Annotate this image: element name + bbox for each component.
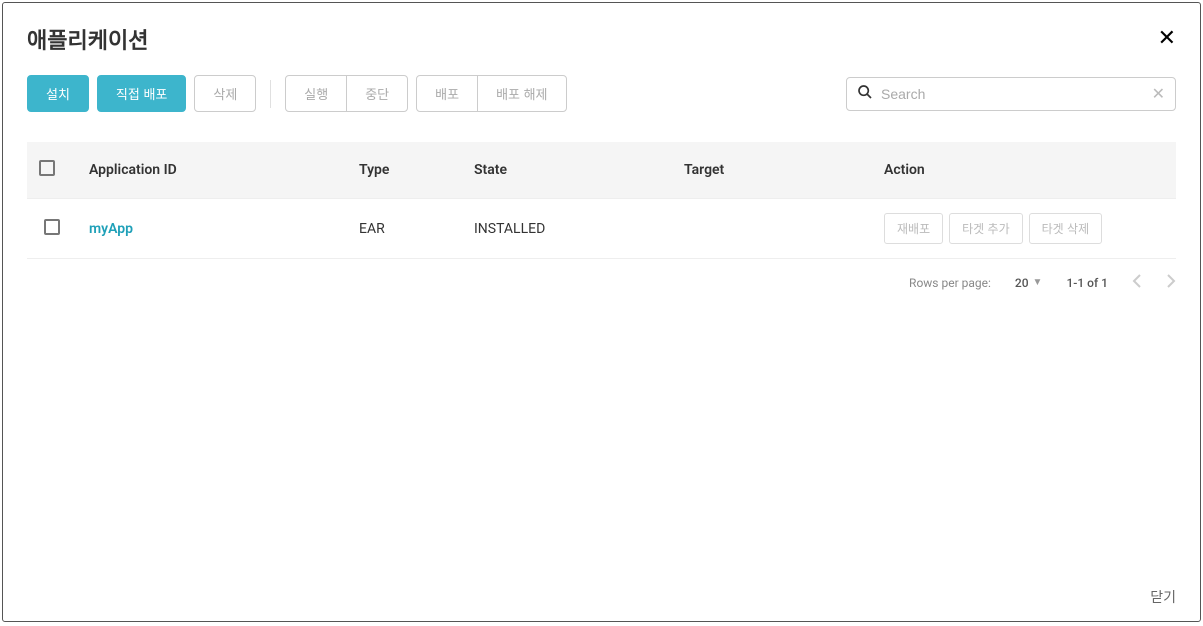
application-modal: 애플리케이션 ✕ 설치 직접 배포 삭제 실행 중단 배포 배포 해제 ✕ — [2, 2, 1201, 622]
cell-target — [672, 199, 872, 259]
footer-close-button[interactable]: 닫기 — [1150, 590, 1176, 606]
cell-type: EAR — [347, 199, 462, 259]
delete-button[interactable]: 삭제 — [194, 75, 256, 112]
applications-table: Application ID Type State Target Action … — [27, 142, 1176, 259]
rows-per-page-select[interactable]: 20 ▼ — [1015, 276, 1043, 290]
row-checkbox[interactable] — [44, 219, 60, 235]
next-page-icon[interactable] — [1166, 273, 1176, 292]
header-app-id: Application ID — [77, 142, 347, 199]
undeploy-button[interactable]: 배포 해제 — [477, 75, 566, 112]
search-input[interactable] — [881, 86, 1152, 102]
add-target-button[interactable]: 타겟 추가 — [949, 213, 1023, 244]
modal-title: 애플리케이션 — [27, 23, 148, 55]
page-nav — [1132, 273, 1176, 292]
install-button[interactable]: 설치 — [27, 75, 89, 112]
run-stop-group: 실행 중단 — [285, 75, 408, 112]
modal-footer: 닫기 — [1126, 573, 1200, 621]
header-type: Type — [347, 142, 462, 199]
clear-search-icon[interactable]: ✕ — [1152, 84, 1165, 103]
run-button[interactable]: 실행 — [285, 75, 347, 112]
stop-button[interactable]: 중단 — [346, 75, 408, 112]
search-box[interactable]: ✕ — [846, 77, 1176, 111]
caret-down-icon: ▼ — [1033, 277, 1043, 288]
redeploy-button[interactable]: 재배포 — [884, 213, 943, 244]
modal-header: 애플리케이션 ✕ — [3, 3, 1200, 65]
page-range: 1-1 of 1 — [1066, 276, 1108, 290]
direct-deploy-button[interactable]: 직접 배포 — [97, 75, 186, 112]
deploy-undeploy-group: 배포 배포 해제 — [416, 75, 566, 112]
table-header-row: Application ID Type State Target Action — [27, 142, 1176, 199]
deploy-button[interactable]: 배포 — [416, 75, 478, 112]
search-icon — [857, 84, 873, 104]
toolbar-divider — [270, 80, 271, 108]
cell-state: INSTALLED — [462, 199, 672, 259]
rows-per-page-label: Rows per page: — [909, 276, 991, 290]
select-all-checkbox[interactable] — [39, 160, 55, 176]
header-target: Target — [672, 142, 872, 199]
close-icon[interactable]: ✕ — [1158, 28, 1176, 50]
header-action: Action — [872, 142, 1176, 199]
table-row: myApp EAR INSTALLED 재배포 타겟 추가 타겟 삭제 — [27, 199, 1176, 259]
table-wrap: Application ID Type State Target Action … — [3, 122, 1200, 259]
app-id-link[interactable]: myApp — [89, 221, 133, 237]
delete-target-button[interactable]: 타겟 삭제 — [1029, 213, 1103, 244]
prev-page-icon[interactable] — [1132, 273, 1142, 292]
action-buttons: 재배포 타겟 추가 타겟 삭제 — [884, 213, 1164, 244]
pagination: Rows per page: 20 ▼ 1-1 of 1 — [3, 259, 1200, 306]
rows-per-page-value: 20 — [1015, 276, 1029, 290]
toolbar: 설치 직접 배포 삭제 실행 중단 배포 배포 해제 ✕ — [3, 65, 1200, 122]
header-state: State — [462, 142, 672, 199]
